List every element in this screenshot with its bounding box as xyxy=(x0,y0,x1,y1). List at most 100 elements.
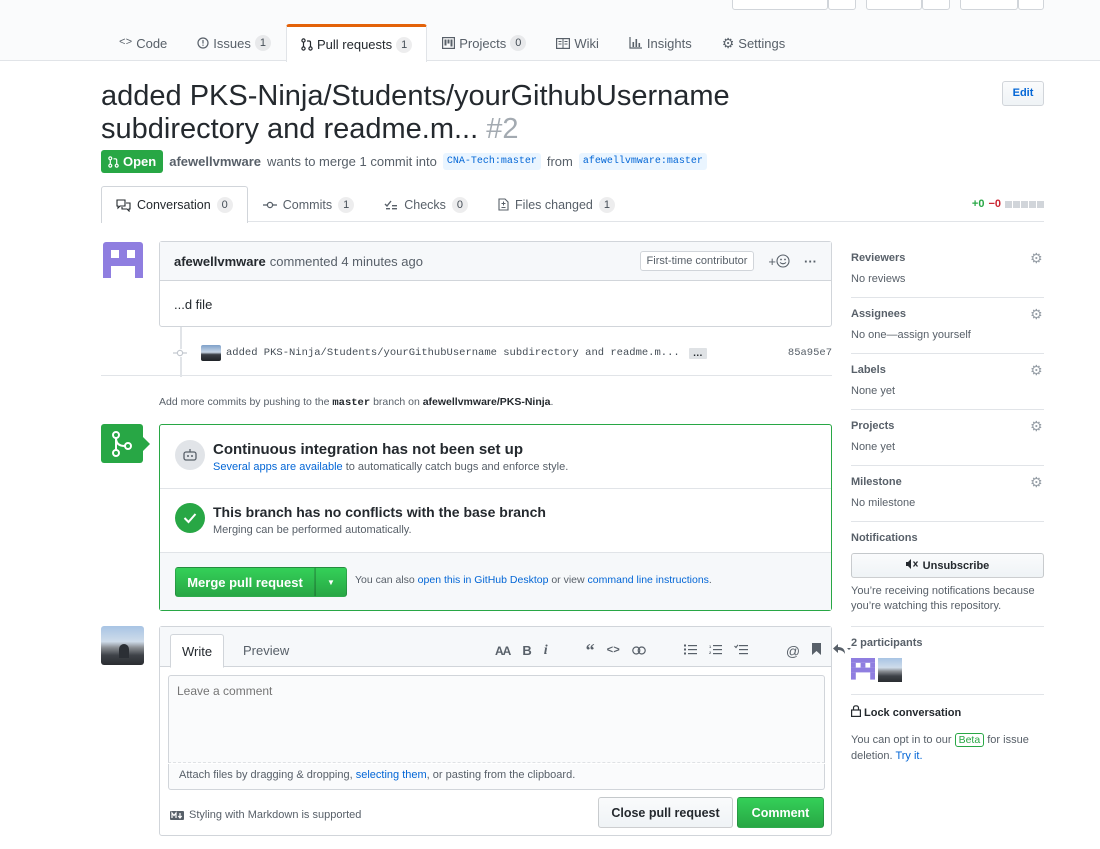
pulls-count: 1 xyxy=(396,36,413,53)
edit-title-button[interactable]: Edit xyxy=(1002,81,1044,106)
kebab-icon[interactable]: ··· xyxy=(804,254,817,269)
commit-expand-button[interactable]: … xyxy=(688,347,707,359)
open-desktop-link[interactable]: open this in GitHub Desktop xyxy=(418,574,549,586)
avatar[interactable] xyxy=(103,242,143,282)
reply-icon[interactable] xyxy=(833,643,852,658)
pr-author-link[interactable]: afewellvmware xyxy=(169,154,261,169)
merge-options-dropdown[interactable]: ▼ xyxy=(315,567,347,597)
sidebar-labels: Labels None yet ⚙ xyxy=(851,354,1044,410)
merge-box: Continuous integration has not been set … xyxy=(159,424,832,611)
diff-removed: −0 xyxy=(988,198,1001,210)
comment-author[interactable]: afewellvmware xyxy=(174,254,266,269)
comment-textarea[interactable] xyxy=(168,675,825,763)
nav-wiki[interactable]: Wiki xyxy=(541,24,614,61)
milestone-gear-icon[interactable]: ⚙ xyxy=(1030,475,1044,489)
assignees-gear-icon[interactable]: ⚙ xyxy=(1030,307,1044,321)
write-tab[interactable]: Write xyxy=(170,634,225,668)
svg-text:2: 2 xyxy=(709,650,712,655)
diffstat-blocks xyxy=(1005,200,1044,208)
base-branch[interactable]: CNA-Tech:master xyxy=(442,153,541,170)
code-icon: <> xyxy=(119,37,133,49)
nav-settings[interactable]: ⚙ Settings xyxy=(707,24,801,61)
mute-icon xyxy=(905,559,919,572)
checklist-icon xyxy=(384,199,398,211)
commit-icon xyxy=(262,201,277,209)
merge-pull-request-button[interactable]: Merge pull request xyxy=(175,567,315,597)
watch-count[interactable] xyxy=(828,0,856,10)
italic-icon[interactable]: i xyxy=(544,643,548,659)
ci-description: Several apps are available to automatica… xyxy=(213,461,569,473)
attach-files-bar[interactable]: Attach files by dragging & dropping, sel… xyxy=(168,764,825,790)
file-diff-icon xyxy=(498,198,509,211)
user-avatar[interactable] xyxy=(101,626,144,665)
commit-author-avatar[interactable] xyxy=(201,345,221,361)
markdown-toolbar: AA B i “ <> 12 @ xyxy=(495,640,852,661)
cli-instructions-link[interactable]: command line instructions xyxy=(588,574,709,586)
nav-projects[interactable]: Projects 0 xyxy=(427,24,541,61)
projects-gear-icon[interactable]: ⚙ xyxy=(1030,419,1044,433)
comment-button[interactable]: Comment xyxy=(737,797,824,828)
star-button[interactable] xyxy=(866,0,922,10)
push-repo-link[interactable]: afewellvmware/PKS-Ninja xyxy=(423,396,551,408)
fork-count[interactable] xyxy=(1018,0,1044,10)
comment-timestamp[interactable]: commented 4 minutes ago xyxy=(270,254,423,269)
preview-tab[interactable]: Preview xyxy=(243,643,289,658)
fork-button[interactable] xyxy=(960,0,1018,10)
participant-avatar[interactable] xyxy=(878,658,902,682)
try-it-link[interactable]: Try it. xyxy=(895,750,922,762)
comment-discussion-icon xyxy=(116,198,131,212)
mention-icon[interactable]: @ xyxy=(786,643,800,659)
comment-body: ...d file xyxy=(174,297,213,312)
conflict-description: Merging can be performed automatically. xyxy=(213,524,412,536)
nav-issues[interactable]: Issues 1 xyxy=(182,24,286,61)
header-icon[interactable]: AA xyxy=(495,644,511,658)
task-list-icon[interactable] xyxy=(733,643,748,658)
assign-yourself-link[interactable]: No one—assign yourself xyxy=(851,329,1044,341)
reviewers-gear-icon[interactable]: ⚙ xyxy=(1030,251,1044,265)
participant-avatar[interactable] xyxy=(851,658,875,682)
conflict-section: This branch has no conflicts with the ba… xyxy=(160,489,831,553)
quote-icon[interactable]: “ xyxy=(586,640,595,661)
chevron-down-icon: ▼ xyxy=(327,577,335,587)
link-icon[interactable] xyxy=(632,643,646,658)
commit-row: added PKS-Ninja/Students/yourGithubUsern… xyxy=(172,344,832,362)
project-icon xyxy=(442,37,456,49)
code-icon[interactable]: <> xyxy=(607,645,620,657)
sidebar: Reviewers No reviews ⚙ Assignees No one—… xyxy=(851,242,1044,776)
nav-code[interactable]: <> Code xyxy=(104,24,182,61)
ordered-list-icon[interactable]: 12 xyxy=(709,643,722,658)
lock-conversation-link[interactable]: Lock conversation xyxy=(851,705,1044,720)
bold-icon[interactable]: B xyxy=(522,643,531,658)
tab-files-changed[interactable]: Files changed 1 xyxy=(483,186,630,222)
nav-pull-requests[interactable]: Pull requests 1 xyxy=(285,24,428,62)
repo-header: <> Code Issues 1 Pull requests 1 Projects 0 … xyxy=(0,0,1100,62)
issues-count: 1 xyxy=(254,35,271,51)
tab-conversation[interactable]: Conversation 0 xyxy=(101,186,248,223)
close-pull-request-button[interactable]: Close pull request xyxy=(598,797,733,828)
apps-link[interactable]: Several apps are available xyxy=(213,461,343,473)
avatar-figure xyxy=(119,644,129,658)
select-files-link[interactable]: selecting them xyxy=(356,769,427,781)
pull-request-icon xyxy=(301,38,313,51)
nav-insights[interactable]: Insights xyxy=(614,24,707,61)
add-reaction-button[interactable]: + xyxy=(768,254,790,269)
pr-meta: Open afewellvmware wants to merge 1 comm… xyxy=(101,150,707,173)
commit-sha[interactable]: 85a95e7 xyxy=(788,347,832,359)
bookmark-icon[interactable] xyxy=(812,643,822,658)
smiley-icon xyxy=(776,254,790,268)
sidebar-assignees: Assignees No one—assign yourself ⚙ xyxy=(851,298,1044,354)
sidebar-notifications: Notifications Unsubscribe You’re receivi… xyxy=(851,522,1044,627)
watch-button[interactable] xyxy=(732,0,828,10)
ci-section: Continuous integration has not been set … xyxy=(160,425,831,489)
star-count[interactable] xyxy=(922,0,950,10)
head-branch[interactable]: afewellvmware:master xyxy=(578,153,707,170)
beta-badge: Beta xyxy=(954,733,985,747)
comment-box: afewellvmware commented 4 minutes ago Fi… xyxy=(159,241,832,327)
tab-commits[interactable]: Commits 1 xyxy=(248,186,369,222)
unordered-list-icon[interactable] xyxy=(683,643,697,658)
tab-checks[interactable]: Checks 0 xyxy=(369,186,483,222)
diff-added: +0 xyxy=(971,198,985,210)
commit-message[interactable]: added PKS-Ninja/Students/yourGithubUsern… xyxy=(226,347,680,359)
labels-gear-icon[interactable]: ⚙ xyxy=(1030,363,1044,377)
unsubscribe-button[interactable]: Unsubscribe xyxy=(851,553,1044,578)
